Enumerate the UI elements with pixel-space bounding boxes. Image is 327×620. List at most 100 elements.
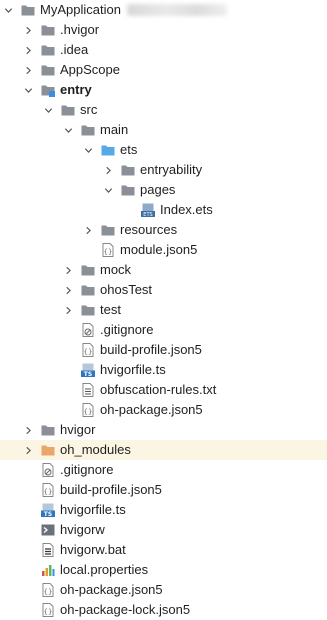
folder-icon (40, 62, 56, 78)
json5-file-icon: {} (40, 482, 56, 498)
tree-item-label: entryability (140, 162, 203, 177)
tree-item-label: oh-package.json5 (60, 582, 163, 597)
tree-item-label: obfuscation-rules.txt (100, 382, 217, 397)
tree-item-label: local.properties (60, 562, 149, 577)
script-file-icon (40, 522, 56, 538)
tree-item-label: .gitignore (100, 322, 154, 337)
svg-text:TS: TS (84, 371, 92, 378)
folder-icon (60, 102, 76, 118)
chevron-right-icon[interactable] (22, 40, 34, 60)
tree-row-root-gitignore[interactable]: .gitignore (0, 460, 327, 480)
tree-item-label: ohosTest (100, 282, 153, 297)
tree-row-mock[interactable]: mock (0, 260, 327, 280)
tree-item-label: pages (140, 182, 176, 197)
folder-icon (80, 302, 96, 318)
chevron-down-icon[interactable] (42, 100, 54, 120)
tree-row-root-build-profile[interactable]: {} build-profile.json5 (0, 480, 327, 500)
tree-item-label: ets (120, 142, 138, 157)
chevron-right-icon[interactable] (22, 440, 34, 460)
svg-text:TS: TS (44, 511, 52, 518)
chevron-right-icon[interactable] (22, 60, 34, 80)
tree-row-hvigorw-bat[interactable]: hvigorw.bat (0, 540, 327, 560)
tree-row-local-properties[interactable]: local.properties (0, 560, 327, 580)
tree-row-index-ets[interactable]: ETS Index.ets (0, 200, 327, 220)
chevron-down-icon[interactable] (62, 120, 74, 140)
tree-item-label: hvigorfile.ts (100, 362, 166, 377)
gitignore-file-icon (80, 322, 96, 338)
svg-text:{}: {} (44, 588, 53, 596)
folder-icon (40, 422, 56, 438)
tree-row-root-oh-package[interactable]: {} oh-package.json5 (0, 580, 327, 600)
tree-row-hvigor[interactable]: hvigor (0, 420, 327, 440)
ts-file-icon: TS (80, 362, 96, 378)
tree-row-oh-modules[interactable]: oh_modules (0, 440, 327, 460)
tree-row-entry-hvigorfile[interactable]: TS hvigorfile.ts (0, 360, 327, 380)
tree-row-main[interactable]: main (0, 120, 327, 140)
chevron-right-icon[interactable] (102, 160, 114, 180)
project-tree: MyApplication .hvigor .idea AppScope ent… (0, 0, 327, 620)
svg-text:{}: {} (84, 408, 93, 416)
tree-row-appscope[interactable]: AppScope (0, 60, 327, 80)
folder-icon (120, 182, 136, 198)
chevron-right-icon[interactable] (22, 420, 34, 440)
chevron-right-icon[interactable] (62, 280, 74, 300)
ets-file-icon: ETS (140, 202, 156, 218)
tree-item-label: main (100, 122, 129, 137)
gitignore-file-icon (40, 462, 56, 478)
tree-item-label: test (100, 302, 121, 317)
tree-item-label: oh-package-lock.json5 (60, 602, 191, 617)
tree-item-label: resources (120, 222, 178, 237)
tree-row-obfuscation-rules[interactable]: obfuscation-rules.txt (0, 380, 327, 400)
folder-icon (20, 2, 36, 18)
tree-item-label: entry (60, 82, 92, 97)
chevron-right-icon[interactable] (62, 260, 74, 280)
tree-item-label: src (80, 102, 98, 117)
svg-text:ETS: ETS (143, 212, 152, 218)
tree-row-entry[interactable]: entry (0, 80, 327, 100)
json5-file-icon: {} (40, 582, 56, 598)
tree-item-label: hvigor (60, 422, 96, 437)
chevron-right-icon[interactable] (62, 300, 74, 320)
tree-row-src[interactable]: src (0, 100, 327, 120)
chevron-right-icon[interactable] (82, 220, 94, 240)
tree-row-entry-oh-package[interactable]: {} oh-package.json5 (0, 400, 327, 420)
tree-row-pages[interactable]: pages (0, 180, 327, 200)
json5-file-icon: {} (100, 242, 116, 258)
tree-item-label: hvigorw.bat (60, 542, 126, 557)
tree-row-test[interactable]: test (0, 300, 327, 320)
folder-icon (80, 282, 96, 298)
json5-file-icon: {} (80, 342, 96, 358)
text-file-icon (80, 382, 96, 398)
folder-icon (40, 22, 56, 38)
tree-row-entry-gitignore[interactable]: .gitignore (0, 320, 327, 340)
tree-row-oh-package-lock[interactable]: {} oh-package-lock.json5 (0, 600, 327, 620)
chevron-down-icon[interactable] (22, 80, 34, 100)
chevron-down-icon[interactable] (2, 0, 14, 20)
tree-item-label: oh-package.json5 (100, 402, 203, 417)
tree-row-entry-build-profile[interactable]: {} build-profile.json5 (0, 340, 327, 360)
tree-item-label: module.json5 (120, 242, 198, 257)
tree-row-ets[interactable]: ets (0, 140, 327, 160)
svg-text:{}: {} (104, 248, 113, 256)
tree-row-myapplication[interactable]: MyApplication (0, 0, 327, 20)
folder-icon (80, 122, 96, 138)
tree-row-hvigorw[interactable]: hvigorw (0, 520, 327, 540)
tree-row-root-hvigorfile[interactable]: TS hvigorfile.ts (0, 500, 327, 520)
tree-row-ohostest[interactable]: ohosTest (0, 280, 327, 300)
tree-item-label: .gitignore (60, 462, 114, 477)
tree-row-resources[interactable]: resources (0, 220, 327, 240)
svg-text:{}: {} (44, 488, 53, 496)
tree-item-label: hvigorw (60, 522, 105, 537)
tree-row-entryability[interactable]: entryability (0, 160, 327, 180)
tree-row-hvigor-dir[interactable]: .hvigor (0, 20, 327, 40)
folder-icon (40, 42, 56, 58)
chevron-down-icon[interactable] (102, 180, 114, 200)
tree-row-idea[interactable]: .idea (0, 40, 327, 60)
tree-item-label: Index.ets (160, 202, 213, 217)
chevron-right-icon[interactable] (22, 20, 34, 40)
chevron-down-icon[interactable] (82, 140, 94, 160)
tree-row-module-json5[interactable]: {} module.json5 (0, 240, 327, 260)
folder-icon (120, 162, 136, 178)
svg-text:{}: {} (84, 348, 93, 356)
excluded-folder-icon (40, 442, 56, 458)
